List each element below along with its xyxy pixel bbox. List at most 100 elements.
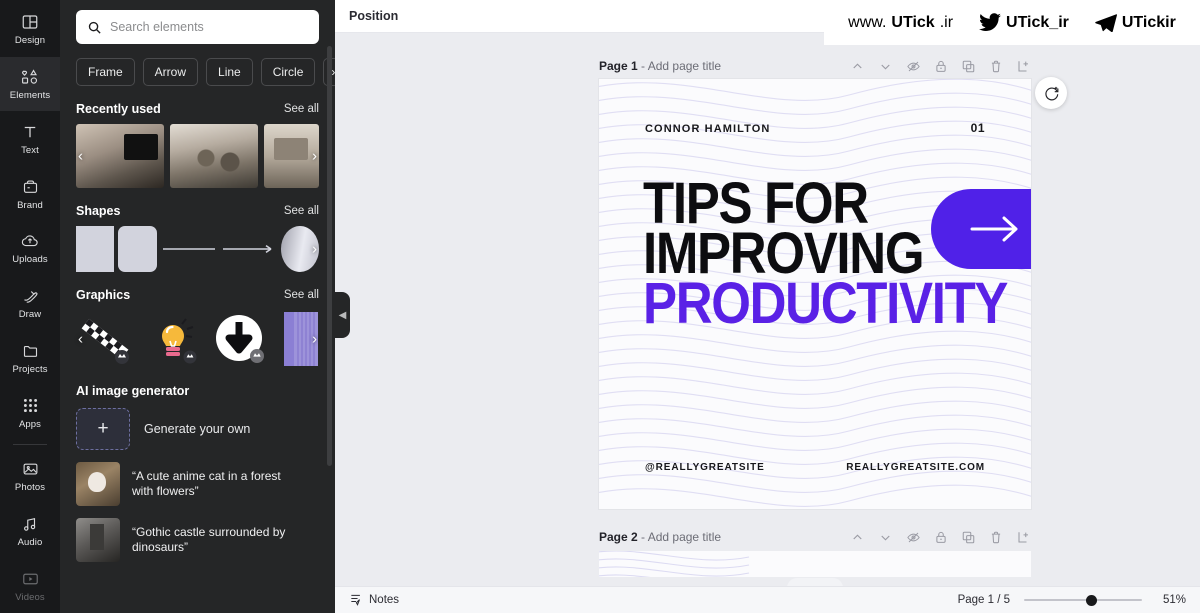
shape-square[interactable] [76, 226, 115, 272]
watermark-brand: UTick [891, 13, 935, 31]
move-page-up-icon[interactable] [850, 530, 865, 545]
design-page-1[interactable]: CONNOR HAMILTON 01 TIPS FOR IMPROVING PR… [599, 79, 1031, 509]
sidebar-item-label: Uploads [12, 254, 48, 266]
chip-arrow[interactable]: Arrow [142, 58, 199, 86]
elements-panel: Search elements Frame Arrow Line Circle … [60, 0, 335, 613]
apps-icon [22, 396, 39, 416]
ai-prompt-item[interactable]: “A cute anime cat in a forest with flowe… [76, 462, 319, 506]
sidebar-item-label: Photos [14, 482, 46, 494]
videos-icon [21, 569, 40, 589]
move-page-down-icon[interactable] [878, 59, 893, 74]
shapes-row: › [76, 226, 319, 272]
left-nav-rail: Design Elements Text Brand Uploads Draw … [0, 0, 60, 613]
sidebar-item-audio[interactable]: Audio [0, 504, 60, 559]
sidebar-item-design[interactable]: Design [0, 2, 60, 57]
panel-collapse-handle[interactable]: ◀ [335, 292, 350, 338]
ai-prompt-item[interactable]: “Gothic castle surrounded by dinosaurs” [76, 518, 319, 562]
panel-content: Frame Arrow Line Circle › Recently used … [60, 44, 335, 562]
status-right-group: Page 1 / 5 51% [958, 594, 1186, 606]
sidebar-item-draw[interactable]: Draw [0, 276, 60, 331]
ai-prompt-thumb [76, 462, 120, 506]
delete-page-icon[interactable] [989, 530, 1003, 545]
chip-frame[interactable]: Frame [76, 58, 135, 86]
notes-icon [349, 593, 363, 607]
status-bar: Notes Page 1 / 5 51% [335, 586, 1200, 613]
text-icon [21, 122, 39, 142]
graphic-download-arrow[interactable] [212, 310, 270, 368]
design-arrow-button[interactable] [931, 189, 1031, 269]
chevron-right-icon[interactable]: › [312, 149, 317, 164]
see-all-graphics[interactable]: See all [284, 289, 319, 301]
notes-button[interactable]: Notes [349, 593, 399, 607]
position-button[interactable]: Position [349, 9, 398, 23]
zoom-slider-knob[interactable] [1086, 594, 1097, 606]
section-header-ai: AI image generator [76, 384, 319, 398]
elements-icon [20, 67, 40, 87]
page-1-tools [850, 59, 1031, 74]
move-page-up-icon[interactable] [850, 59, 865, 74]
hide-page-icon[interactable] [906, 59, 921, 74]
graphic-checkered-ribbon[interactable] [76, 310, 134, 368]
recent-thumb[interactable] [264, 124, 319, 188]
sidebar-item-uploads[interactable]: Uploads [0, 221, 60, 276]
recent-thumb[interactable] [76, 124, 165, 188]
chevron-right-icon[interactable]: › [312, 332, 317, 347]
search-placeholder: Search elements [110, 20, 204, 34]
duplicate-page-icon[interactable] [961, 530, 976, 545]
hide-page-icon[interactable] [906, 530, 921, 545]
delete-page-icon[interactable] [989, 59, 1003, 74]
chip-line[interactable]: Line [206, 58, 253, 86]
photos-icon [21, 459, 40, 479]
sidebar-item-videos[interactable]: Videos [0, 558, 60, 613]
shape-line[interactable] [161, 226, 217, 272]
graphic-purple-book[interactable] [280, 310, 324, 368]
page-indicator: Page 1 / 5 [957, 594, 1010, 606]
plus-icon[interactable]: + [76, 408, 130, 450]
page-1-title[interactable]: Page 1 - Add page title [599, 59, 721, 73]
ai-prompt-text: “Gothic castle surrounded by dinosaurs” [132, 525, 286, 554]
move-page-down-icon[interactable] [878, 530, 893, 545]
audio-icon [21, 514, 39, 534]
lock-page-icon[interactable] [934, 59, 948, 74]
add-page-icon[interactable] [1016, 59, 1031, 74]
duplicate-page-icon[interactable] [961, 59, 976, 74]
design-canvas-scroll[interactable]: Page 1 - Add page title CONNOR HAMILTON … [335, 33, 1200, 586]
graphic-lightbulb[interactable] [144, 310, 202, 368]
sidebar-item-projects[interactable]: Projects [0, 330, 60, 385]
search-input[interactable]: Search elements [76, 10, 319, 44]
scroll-up-pill[interactable] [787, 578, 843, 586]
section-title: Shapes [76, 204, 121, 218]
chevron-left-icon[interactable]: ‹ [78, 149, 83, 164]
lock-page-icon[interactable] [934, 530, 948, 545]
design-page-2[interactable] [599, 551, 1031, 577]
page-title-placeholder: Add page title [647, 59, 722, 73]
sidebar-item-apps[interactable]: Apps [0, 385, 60, 440]
magic-refresh-button[interactable] [1035, 77, 1067, 109]
twitter-bird-icon [979, 13, 1002, 32]
add-page-icon[interactable] [1016, 530, 1031, 545]
watermark-twitter-handle: UTick_ir [1006, 13, 1069, 31]
canva-editor-window: Design Elements Text Brand Uploads Draw … [0, 0, 1200, 613]
chevron-right-icon[interactable]: › [312, 242, 317, 257]
sidebar-item-elements[interactable]: Elements [0, 56, 60, 112]
shape-rounded-square[interactable] [118, 226, 157, 272]
chevron-left-icon[interactable]: ‹ [78, 332, 83, 347]
see-all-recently-used[interactable]: See all [284, 103, 319, 115]
ai-generate-row[interactable]: + Generate your own [76, 408, 319, 450]
page-2-title[interactable]: Page 2 - Add page title [599, 530, 721, 544]
filter-chips: Frame Arrow Line Circle › [76, 44, 335, 86]
section-header-recently-used: Recently used See all [76, 102, 319, 116]
sidebar-item-text[interactable]: Text [0, 111, 60, 166]
recent-thumb[interactable] [170, 124, 259, 188]
see-all-shapes[interactable]: See all [284, 205, 319, 217]
watermark-prefix: www. [848, 13, 887, 31]
zoom-slider[interactable] [1024, 594, 1142, 606]
panel-scrollbar[interactable] [327, 46, 332, 466]
chip-circle[interactable]: Circle [260, 58, 316, 86]
sidebar-item-brand[interactable]: Brand [0, 166, 60, 221]
sidebar-item-label: Elements [9, 90, 51, 102]
recently-used-row: ‹ › [76, 124, 319, 188]
uploads-icon [20, 231, 40, 251]
shape-arrow[interactable] [221, 226, 277, 272]
sidebar-item-photos[interactable]: Photos [0, 449, 60, 504]
